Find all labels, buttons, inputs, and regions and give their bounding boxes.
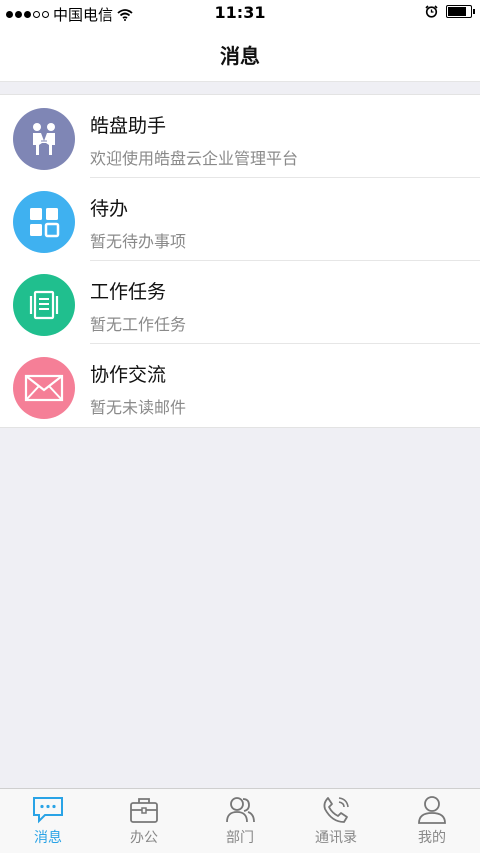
briefcase-icon [130,798,158,823]
tab-label: 办公 [130,830,158,846]
tab-label: 部门 [226,830,254,846]
tab-label: 通讯录 [315,830,357,846]
navigation-bar: 消息 [0,26,480,82]
message-item-assistant[interactable]: 皓盘助手 欢迎使用皓盘云企业管理平台 [0,95,480,178]
chat-icon [33,797,63,824]
message-subtitle: 暂无工作任务 [90,315,187,334]
status-bar: 中国电信 11:31 [0,0,480,26]
phone-icon [323,797,349,823]
message-title: 工作任务 [90,281,167,303]
people-handshake-icon [13,108,75,170]
message-item-todo[interactable]: 待办 暂无待办事项 [0,178,480,261]
page-title: 消息 [220,44,260,68]
tab-label: 消息 [34,830,62,846]
tab-contacts[interactable]: 通讯录 [288,789,384,853]
tab-label: 我的 [418,830,446,846]
user-icon [418,796,446,824]
grid-icon [13,191,75,253]
group-icon [226,797,255,823]
alarm-icon [425,5,438,18]
message-subtitle: 暂无未读邮件 [90,398,187,417]
message-title: 皓盘助手 [90,115,167,137]
tab-office[interactable]: 办公 [96,789,192,853]
message-title: 协作交流 [90,364,167,386]
tab-messages[interactable]: 消息 [0,789,96,853]
message-title: 待办 [90,198,129,220]
message-subtitle: 欢迎使用皓盘云企业管理平台 [90,149,299,168]
clock: 11:31 [214,3,266,22]
message-list: 皓盘助手 欢迎使用皓盘云企业管理平台 待办 暂无待办事项 工作任务 暂无工作任务 [0,94,480,428]
status-right [425,5,475,18]
message-subtitle: 暂无待办事项 [90,232,187,251]
document-icon [13,274,75,336]
mail-icon [13,357,75,419]
battery-icon [446,5,475,18]
message-item-tasks[interactable]: 工作任务 暂无工作任务 [0,261,480,344]
tab-bar: 消息 办公 部门 通讯录 我的 [0,788,480,853]
tab-department[interactable]: 部门 [192,789,288,853]
tab-me[interactable]: 我的 [384,789,480,853]
message-item-collaboration[interactable]: 协作交流 暂无未读邮件 [0,344,480,427]
